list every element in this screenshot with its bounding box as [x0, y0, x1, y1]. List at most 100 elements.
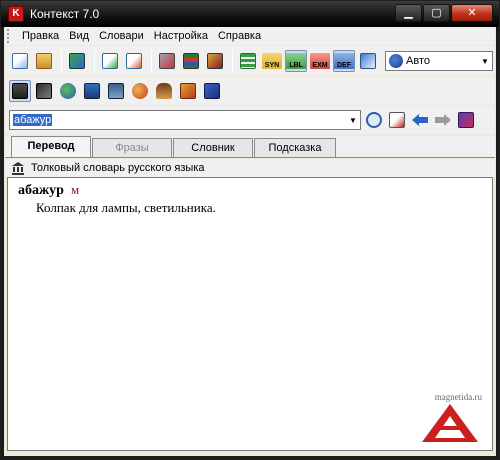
book-edit-icon	[207, 53, 223, 69]
tools-button[interactable]	[156, 50, 178, 72]
tab-hint[interactable]: Подсказка	[254, 138, 336, 157]
person-button[interactable]	[153, 80, 175, 102]
entry-header: абажур м	[18, 182, 482, 199]
window-title: Контекст 7.0	[30, 7, 100, 21]
globe-icon	[60, 83, 76, 99]
speaker-icon	[360, 53, 376, 69]
tab-bar: Перевод Фразы Словник Подсказка	[5, 136, 495, 158]
letters-icon	[180, 83, 196, 99]
back-button[interactable]	[410, 110, 430, 130]
globe-button[interactable]	[57, 80, 79, 102]
blue-book-button[interactable]	[201, 80, 223, 102]
globe-icon	[389, 54, 403, 68]
toolbar-separator	[61, 50, 62, 72]
exm-button[interactable]: EXM	[309, 50, 331, 72]
tools-icon	[159, 53, 175, 69]
paste-icon	[36, 53, 52, 69]
add-document-icon	[102, 53, 118, 69]
museum-icon	[12, 162, 24, 175]
watermark-logo-icon	[422, 404, 478, 442]
copy-button[interactable]	[9, 50, 31, 72]
mode-select[interactable]: Авто ▼	[385, 51, 493, 71]
swap-icon	[69, 53, 85, 69]
swap-direction-button[interactable]	[66, 50, 88, 72]
book-stack-button[interactable]	[81, 80, 103, 102]
watermark: magnetida.ru	[416, 392, 486, 444]
book-icon	[204, 83, 220, 99]
chevron-down-icon[interactable]: ▼	[346, 116, 360, 125]
edit-entry-button[interactable]	[123, 50, 145, 72]
menu-edit[interactable]: Правка	[17, 30, 64, 42]
books-icon	[183, 53, 199, 69]
dictionaries-button[interactable]	[180, 50, 202, 72]
mode-select-value: Авто	[406, 55, 430, 67]
server-button[interactable]	[105, 80, 127, 102]
arrow-right-icon	[435, 114, 451, 126]
users-button[interactable]	[129, 80, 151, 102]
close-button[interactable]: ✕	[451, 4, 493, 22]
menu-grip-icon[interactable]	[7, 29, 13, 43]
letters-button[interactable]	[177, 80, 199, 102]
article-panel[interactable]: абажур м Колпак для лампы, светильника. …	[7, 177, 493, 451]
museum-icon	[12, 83, 28, 99]
search-value-container: абажур	[10, 114, 346, 126]
menu-bar: Правка Вид Словари Настройка Справка	[5, 27, 495, 45]
toolbar-separator	[151, 50, 152, 72]
app-window: K Контекст 7.0 ▁ ▢ ✕ Правка Вид Словари …	[0, 0, 500, 460]
syn-icon: SYN	[262, 53, 282, 69]
part-of-speech: м	[71, 182, 80, 197]
list-icon	[240, 53, 256, 69]
title-bar[interactable]: K Контекст 7.0 ▁ ▢ ✕	[1, 1, 499, 27]
paste-button[interactable]	[33, 50, 55, 72]
dictionary-bar: Толковый словарь русского языка	[5, 159, 495, 177]
delete-icon	[389, 112, 405, 128]
clear-button[interactable]	[387, 110, 407, 130]
forward-button[interactable]	[433, 110, 453, 130]
find-button[interactable]	[364, 110, 384, 130]
users-icon	[132, 83, 148, 99]
phonetics-icon	[36, 83, 52, 99]
magnifier-icon	[366, 112, 382, 128]
exm-icon: EXM	[310, 53, 330, 69]
toolbar-separator	[94, 50, 95, 72]
headword: абажур	[18, 183, 64, 198]
phonetics-button[interactable]	[33, 80, 55, 102]
tab-wordlist[interactable]: Словник	[173, 138, 253, 157]
copy-icon	[12, 53, 28, 69]
options-button[interactable]	[456, 110, 476, 130]
maximize-button[interactable]: ▢	[423, 4, 450, 22]
search-value: абажур	[13, 114, 53, 126]
dictionary-edit-button[interactable]	[204, 50, 226, 72]
minimize-button[interactable]: ▁	[395, 4, 422, 22]
search-options-icon	[458, 112, 474, 128]
definition-text: Колпак для лампы, светильника.	[36, 200, 216, 215]
menu-view[interactable]: Вид	[64, 30, 94, 42]
menu-dictionaries[interactable]: Словари	[94, 30, 149, 42]
window-controls: ▁ ▢ ✕	[394, 4, 493, 22]
lbl-button[interactable]: LBL	[285, 50, 307, 72]
arrow-left-icon	[412, 114, 428, 126]
syn-button[interactable]: SYN	[261, 50, 283, 72]
tab-phrases[interactable]: Фразы	[92, 138, 172, 157]
person-icon	[156, 83, 172, 99]
pronounce-button[interactable]	[357, 50, 379, 72]
def-button[interactable]: DEF	[333, 50, 355, 72]
search-input[interactable]: абажур ▼	[9, 110, 361, 130]
list-view-button[interactable]	[237, 50, 259, 72]
menu-settings[interactable]: Настройка	[149, 30, 213, 42]
edit-pencil-icon	[126, 53, 142, 69]
secondary-toolbar	[5, 77, 495, 105]
main-toolbar: SYN LBL EXM DEF Авто ▼	[5, 46, 495, 76]
dictionary-name: Толковый словарь русского языка	[31, 162, 205, 174]
tab-translation[interactable]: Перевод	[11, 136, 91, 157]
lbl-icon: LBL	[286, 53, 306, 69]
app-icon[interactable]: K	[8, 6, 24, 22]
search-row: абажур ▼	[5, 106, 495, 134]
chevron-down-icon[interactable]: ▼	[478, 57, 492, 66]
book-stack-icon	[84, 83, 100, 99]
add-entry-button[interactable]	[99, 50, 121, 72]
menu-help[interactable]: Справка	[213, 30, 266, 42]
dictionary-button[interactable]	[9, 80, 31, 102]
server-icon	[108, 83, 124, 99]
toolbar-separator	[232, 50, 233, 72]
